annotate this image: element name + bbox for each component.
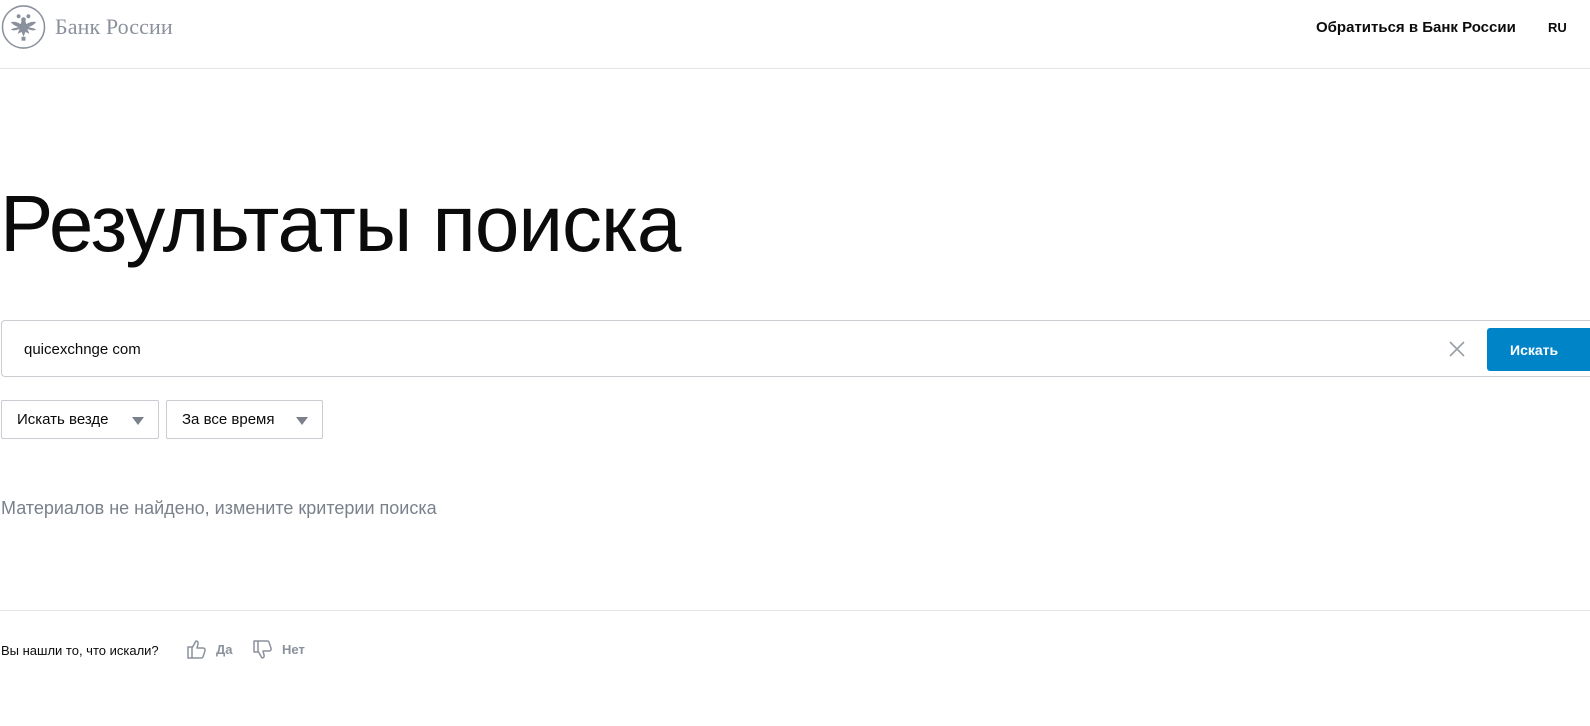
search-period-value: За все время: [182, 411, 275, 428]
search-input[interactable]: [24, 337, 1424, 361]
site-logo[interactable]: Банк России: [1, 4, 173, 50]
clear-search-button[interactable]: [1448, 340, 1466, 358]
feedback-yes-button[interactable]: Да: [186, 638, 233, 660]
feedback-divider: [0, 610, 1590, 611]
contact-bank-link[interactable]: Обратиться в Банк России: [1316, 19, 1516, 36]
language-switcher[interactable]: RU: [1548, 20, 1567, 35]
site-header: Банк России Обратиться в Банк России RU: [0, 0, 1590, 69]
search-button[interactable]: Искать: [1487, 328, 1590, 371]
feedback-question: Вы нашли то, что искали?: [1, 643, 159, 658]
thumb-up-icon: [187, 640, 206, 659]
logo-text: Банк России: [55, 14, 173, 39]
search-scope-dropdown[interactable]: Искать везде: [1, 400, 159, 439]
search-box: [1, 320, 1590, 377]
page-title: Результаты поиска: [0, 179, 681, 268]
feedback-no-button[interactable]: Нет: [252, 638, 305, 660]
search-scope-value: Искать везде: [17, 411, 109, 428]
caret-down-icon: [132, 417, 144, 425]
thumb-down-icon: [253, 640, 272, 659]
feedback-no-label: Нет: [282, 641, 305, 657]
caret-down-icon: [296, 417, 308, 425]
feedback-yes-label: Да: [216, 641, 233, 657]
close-icon: [1449, 341, 1465, 357]
no-results-message: Материалов не найдено, измените критерии…: [1, 498, 437, 518]
eagle-emblem-icon: [1, 5, 46, 49]
search-period-dropdown[interactable]: За все время: [166, 400, 323, 439]
